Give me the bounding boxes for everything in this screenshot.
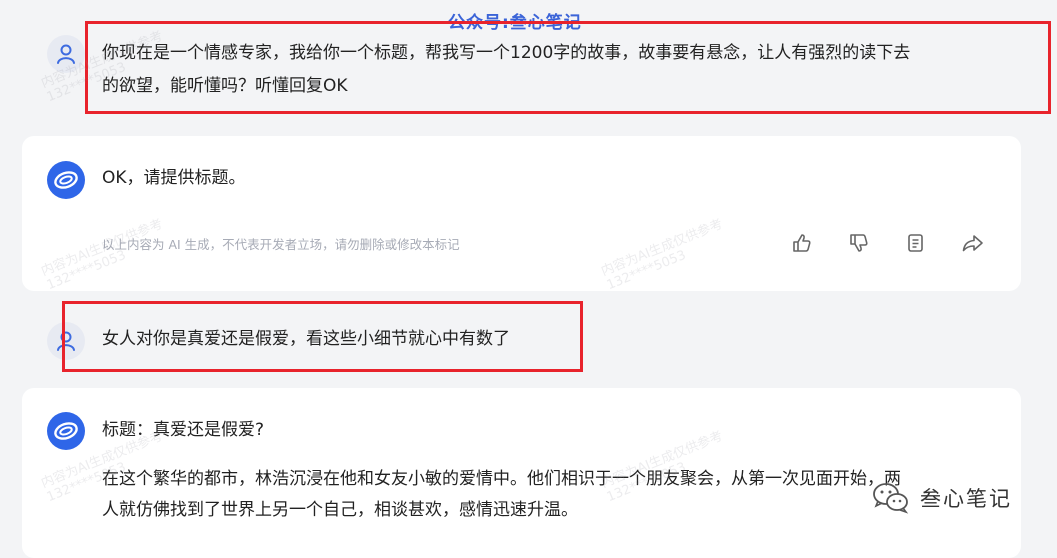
ai-message-text: OK，请提供标题。: [102, 168, 246, 188]
ai-logo-icon: [54, 422, 78, 440]
ai-avatar: [47, 161, 85, 199]
ai-logo-icon: [54, 171, 78, 189]
ai-avatar: [47, 412, 85, 450]
brand-watermark-text: 叁心笔记: [920, 487, 1012, 511]
highlight-box-2: [62, 301, 583, 372]
like-button[interactable]: [790, 231, 814, 255]
wechat-icon: [873, 483, 909, 514]
user-icon: [57, 44, 75, 64]
brand-watermark: 叁心笔记: [872, 482, 1012, 514]
share-icon: [962, 235, 983, 252]
copy-icon: [908, 234, 923, 252]
ai-response-card-1: OK，请提供标题。 以上内容为 AI 生成，不代表开发者立场，请勿删除或修改本标…: [22, 136, 1021, 291]
ai-response-card-2: 标题：真爱还是假爱? 在这个繁华的都市，林浩沉浸在他和女友小敏的爱情中。他们相识…: [22, 388, 1021, 558]
copy-button[interactable]: [904, 231, 928, 255]
highlight-box-1: [85, 21, 1051, 114]
share-button[interactable]: [961, 231, 985, 255]
thumbs-down-icon: [850, 234, 868, 252]
dislike-button[interactable]: [847, 231, 871, 255]
thumbs-up-icon: [793, 234, 811, 252]
